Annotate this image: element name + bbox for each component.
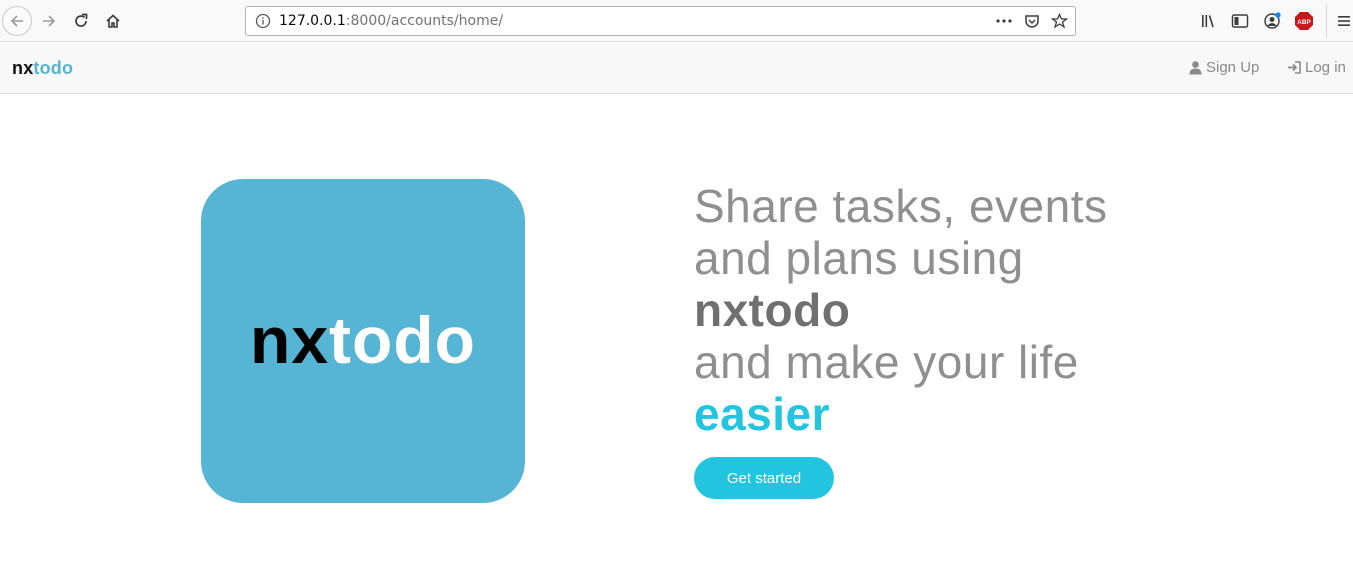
adblock-button[interactable]: ABP [1290,7,1318,35]
brand-todo: todo [33,58,74,78]
brand-nx: nx [12,58,34,78]
headline-line-4: and make your life [694,336,1079,388]
toolbar-divider [1326,4,1327,38]
forward-button[interactable] [35,7,63,35]
browser-toolbar: 127.0.0.1:8000/accounts/home/ ABP [0,0,1353,42]
adblock-label: ABP [1297,19,1311,26]
back-button[interactable] [2,6,32,36]
login-link[interactable]: Log in [1287,59,1346,76]
url-text: 127.0.0.1:8000/accounts/home/ [279,13,503,29]
pocket-icon[interactable] [1024,13,1040,29]
hero-logo-nx: nx [250,303,330,377]
hero-logo-text: nxtodo [250,302,476,378]
signup-label: Sign Up [1206,59,1260,76]
reload-icon [75,13,88,27]
app-navbar: nxtodo Sign Up Log in [0,43,1353,94]
home-icon [106,14,120,28]
bookmark-star-icon[interactable] [1051,13,1068,29]
forward-icon [43,15,56,27]
hero-logo-todo: todo [329,303,476,377]
account-button[interactable] [1258,7,1286,35]
reload-button[interactable] [67,7,95,35]
menu-button[interactable] [1330,7,1353,35]
headline-line-2: and plans using [694,232,1024,284]
login-icon [1288,61,1301,74]
sidebar-button[interactable] [1226,7,1254,35]
account-icon [1264,12,1281,29]
page-actions-icon[interactable] [995,13,1013,29]
headline-accent: easier [694,388,831,440]
brand-logo[interactable]: nxtodo [12,58,73,79]
sidebar-icon [1231,14,1249,28]
home-button[interactable] [99,7,127,35]
get-started-button[interactable]: Get started [694,457,834,499]
url-bar[interactable]: 127.0.0.1:8000/accounts/home/ [245,6,1076,36]
login-label: Log in [1305,59,1346,76]
hero-logo: nxtodo [201,179,525,503]
menu-icon [1338,16,1350,26]
url-host: 127.0.0.1 [279,13,346,29]
signup-link[interactable]: Sign Up [1188,59,1259,76]
adblock-icon: ABP [1295,12,1313,30]
user-icon [1189,61,1202,75]
headline-line-1: Share tasks, events [694,180,1108,232]
headline-brand: nxtodo [694,284,851,336]
library-button[interactable] [1195,7,1223,35]
info-icon[interactable] [255,13,271,29]
library-icon [1202,15,1214,28]
back-icon [10,15,23,27]
url-path: :8000/accounts/home/ [345,13,504,29]
hero-headline: Share tasks, events and plans using nxto… [694,180,1107,440]
